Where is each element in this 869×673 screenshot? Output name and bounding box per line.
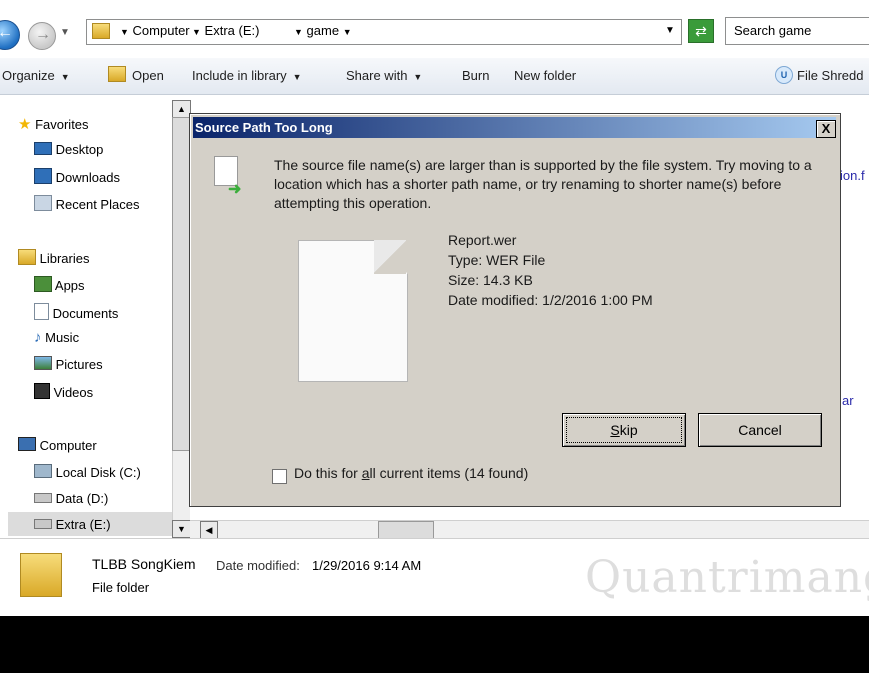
nav-recent-places[interactable]: Recent Places xyxy=(34,195,139,212)
chevron-right-icon: ▼ xyxy=(294,27,303,37)
music-note-icon: ♪ xyxy=(34,329,42,346)
details-item-name: TLBB SongKiem xyxy=(92,556,196,572)
chevron-right-icon: ▼ xyxy=(192,27,201,37)
horizontal-scroll-thumb[interactable] xyxy=(378,521,434,539)
nav-favorites[interactable]: ★ Favorites xyxy=(18,115,89,133)
nav-data-d[interactable]: Data (D:) xyxy=(34,491,108,506)
nav-apps[interactable]: Apps xyxy=(34,276,85,293)
details-item-type: File folder xyxy=(92,580,150,595)
file-shredder-button[interactable]: File Shredd xyxy=(797,68,863,83)
dialog-title: Source Path Too Long xyxy=(193,117,836,138)
close-button[interactable]: X xyxy=(816,120,836,138)
nav-desktop[interactable]: Desktop xyxy=(34,142,103,157)
file-modified: Date modified: 1/2/2016 1:00 PM xyxy=(448,292,653,308)
scroll-left-button[interactable]: ◀ xyxy=(200,521,218,539)
nav-computer[interactable]: Computer xyxy=(18,437,97,453)
nav-libraries[interactable]: Libraries xyxy=(18,249,89,266)
videos-icon xyxy=(34,383,50,399)
documents-icon xyxy=(34,303,49,320)
scroll-down-button[interactable]: ▼ xyxy=(172,520,191,538)
file-list-item-fragment[interactable]: ion.f xyxy=(840,168,865,183)
open-folder-icon xyxy=(108,66,126,82)
file-size: Size: 14.3 KB xyxy=(448,272,533,288)
command-bar xyxy=(0,58,869,95)
include-in-library-button[interactable]: Include in library ▼ xyxy=(192,68,302,83)
search-input[interactable]: Search game xyxy=(725,17,869,45)
nav-downloads[interactable]: Downloads xyxy=(34,168,120,185)
computer-icon xyxy=(18,437,36,451)
content-horizontal-scrollbar[interactable] xyxy=(190,520,869,539)
arrow-right-icon: ➜ xyxy=(228,181,242,198)
desktop-icon xyxy=(34,142,52,155)
nav-pictures[interactable]: Pictures xyxy=(34,356,103,372)
nav-documents[interactable]: Documents xyxy=(34,303,118,321)
dialog-message: The source file name(s) are larger than … xyxy=(274,157,812,211)
file-corner-fold xyxy=(374,240,406,274)
share-with-button[interactable]: Share with ▼ xyxy=(346,68,422,83)
breadcrumb-extra-e[interactable]: ▼ Extra (E:) xyxy=(192,23,259,38)
drive-icon xyxy=(34,493,52,503)
chevron-down-icon: ▼ xyxy=(342,27,352,37)
nav-local-disk-c[interactable]: Local Disk (C:) xyxy=(34,464,141,480)
refresh-button[interactable]: ⇄ xyxy=(688,19,714,43)
folder-icon xyxy=(20,553,62,597)
open-button[interactable]: Open xyxy=(132,68,164,83)
chevron-right-icon: ▼ xyxy=(120,27,129,37)
burn-button[interactable]: Burn xyxy=(462,68,489,83)
downloads-icon xyxy=(34,168,52,184)
recent-pages-dropdown-icon[interactable]: ▼ xyxy=(60,27,70,38)
file-list-item-fragment[interactable]: ar xyxy=(842,393,854,408)
chevron-down-icon: ▼ xyxy=(60,72,70,82)
skip-button[interactable]: Skip xyxy=(562,413,686,447)
file-type: Type: WER File xyxy=(448,252,546,268)
refresh-icon: ⇄ xyxy=(695,23,707,39)
libraries-icon xyxy=(18,249,36,265)
new-folder-button[interactable]: New folder xyxy=(514,68,576,83)
nav-music[interactable]: ♪ Music xyxy=(34,329,79,346)
details-modified-value: 1/29/2016 9:14 AM xyxy=(312,558,422,573)
apply-to-all-label[interactable]: Do this for all current items (14 found) xyxy=(294,465,528,481)
chevron-down-icon: ▼ xyxy=(413,72,423,82)
details-modified-label: Date modified: xyxy=(216,558,300,573)
cancel-button[interactable]: Cancel xyxy=(698,413,822,447)
file-name: Report.wer xyxy=(448,232,517,248)
nav-videos[interactable]: Videos xyxy=(34,383,93,400)
forward-button[interactable]: → xyxy=(28,22,56,50)
drive-icon xyxy=(34,464,52,478)
recent-places-icon xyxy=(34,195,52,211)
apply-to-all-checkbox[interactable] xyxy=(272,469,287,484)
nav-extra-e[interactable]: Extra (E:) xyxy=(34,517,111,532)
drive-icon xyxy=(34,519,52,529)
forward-arrow-icon: → xyxy=(35,26,51,43)
breadcrumb-game[interactable]: ▼ game ▼ xyxy=(294,23,352,38)
star-icon: ★ xyxy=(18,116,32,133)
pictures-icon xyxy=(34,356,52,370)
chevron-down-icon: ▼ xyxy=(292,72,302,82)
taskbar xyxy=(0,616,869,673)
back-arrow-icon: ← xyxy=(0,24,13,41)
address-history-dropdown-icon[interactable]: ▼ xyxy=(665,25,675,36)
watermark-logo: Quantrimang xyxy=(585,552,869,603)
folder-icon xyxy=(92,23,110,39)
breadcrumb-computer[interactable]: ▼ Computer xyxy=(120,23,190,38)
shredder-icon: U xyxy=(775,66,793,84)
source-path-too-long-dialog: Source Path Too Long X ➜ The source file… xyxy=(189,113,841,507)
apps-icon xyxy=(34,276,52,292)
organize-button[interactable]: Organize ▼ xyxy=(2,68,70,83)
